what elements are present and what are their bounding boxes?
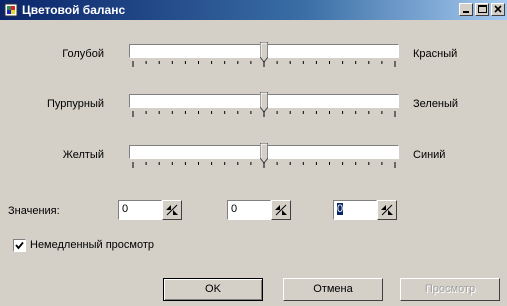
close-icon[interactable]	[491, 3, 505, 16]
preview-button[interactable]: Просмотр	[400, 278, 500, 301]
magenta-green-value-spinner[interactable]: 0	[227, 200, 291, 220]
dialog-window: Цветовой баланс Голубой Красный Пурпурны…	[0, 0, 507, 306]
cyan-red-value-field[interactable]: 0	[118, 200, 162, 220]
slider-ticks	[132, 111, 396, 117]
checkmark-icon	[15, 241, 24, 250]
cyan-label: Голубой	[62, 48, 104, 60]
spin-arrows-icon[interactable]	[377, 200, 397, 220]
minimize-icon[interactable]	[459, 3, 473, 16]
immediate-preview-label[interactable]: Немедленный просмотр	[30, 239, 154, 251]
slider-thumb[interactable]	[260, 92, 268, 112]
green-label: Зеленый	[413, 98, 459, 110]
red-label: Красный	[413, 48, 458, 60]
yellow-blue-value-spinner[interactable]: 0	[333, 200, 397, 220]
spin-arrows-icon[interactable]	[162, 200, 182, 220]
yellow-blue-value-field[interactable]: 0	[333, 200, 377, 220]
slider-ticks	[132, 162, 396, 168]
magenta-green-value-field[interactable]: 0	[227, 200, 271, 220]
cancel-button[interactable]: Отмена	[283, 278, 383, 301]
immediate-preview-checkbox[interactable]	[13, 239, 26, 252]
cyan-red-slider[interactable]	[129, 42, 399, 72]
slider-thumb[interactable]	[260, 42, 268, 62]
magenta-label: Пурпурный	[47, 98, 104, 110]
yellow-label: Желтый	[62, 149, 104, 161]
values-label: Значения:	[8, 205, 60, 217]
ok-button[interactable]: OK	[163, 278, 263, 301]
cyan-red-value-spinner[interactable]: 0	[118, 200, 182, 220]
magenta-green-slider[interactable]	[129, 92, 399, 122]
spin-arrows-icon[interactable]	[271, 200, 291, 220]
title-bar[interactable]: Цветовой баланс	[0, 0, 507, 20]
window-title: Цветовой баланс	[22, 3, 126, 17]
color-balance-icon	[4, 3, 18, 17]
blue-label: Синий	[413, 149, 446, 161]
slider-thumb[interactable]	[260, 143, 268, 163]
maximize-icon[interactable]	[475, 3, 489, 16]
slider-ticks	[132, 61, 396, 67]
yellow-blue-slider[interactable]	[129, 143, 399, 173]
